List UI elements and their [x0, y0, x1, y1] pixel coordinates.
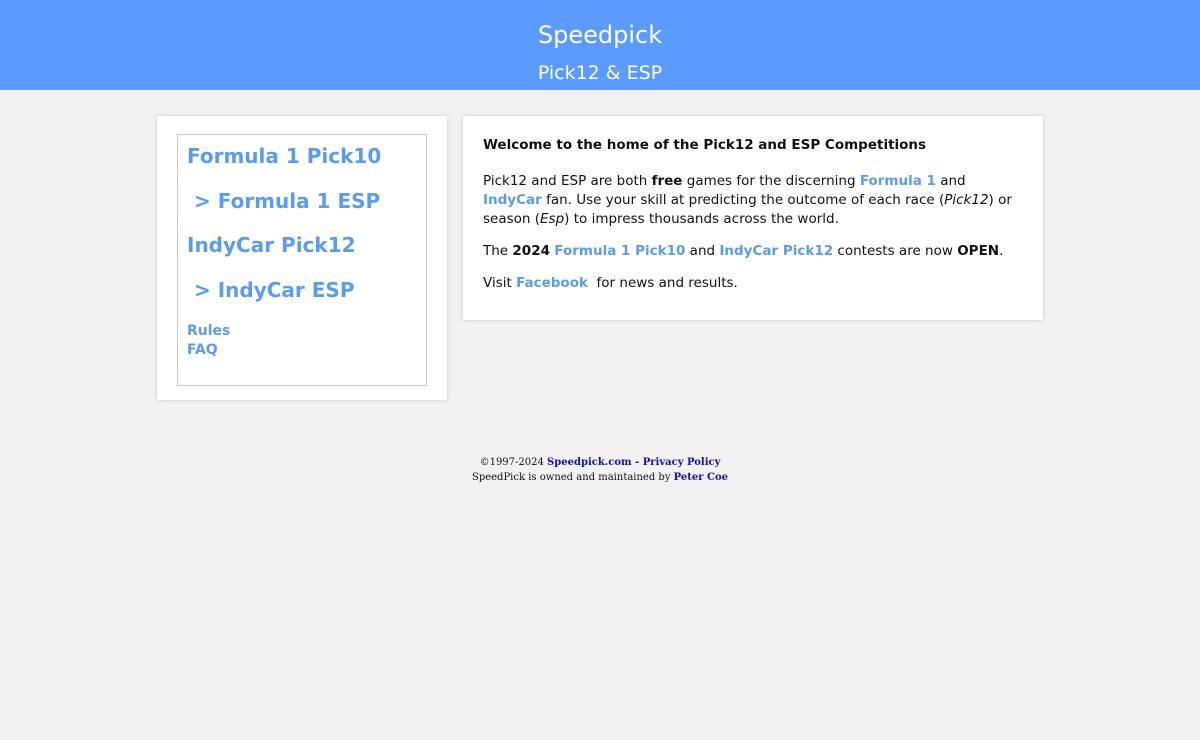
owner-link[interactable]: Peter Coe [674, 472, 728, 483]
nav-link-rules[interactable]: Rules [187, 322, 230, 340]
site-title: Speedpick [537, 21, 663, 49]
footer-line-owner: SpeedPick is owned and maintained by Pet… [0, 470, 1200, 485]
facebook-paragraph: Visit Facebook for news and results. [483, 274, 1023, 293]
nav-menu: Formula 1 Pick10 > Formula 1 ESP IndyCar… [177, 134, 427, 386]
year-text: 2024 [512, 243, 550, 259]
contests-text: contests are now [833, 243, 958, 259]
nav-link-faq[interactable]: FAQ [187, 341, 218, 359]
site-subtitle: Pick12 & ESP [537, 62, 663, 84]
pick12-text: Pick12 [944, 192, 989, 208]
formula1-link[interactable]: Formula 1 [860, 173, 936, 189]
welcome-card: Welcome to the home of the Pick12 and ES… [463, 116, 1043, 320]
contests-paragraph: The 2024 Formula 1 Pick10 and IndyCar Pi… [483, 242, 1023, 261]
facebook-link[interactable]: Facebook [516, 275, 588, 291]
copyright-text: ©1997-2024 [479, 457, 548, 468]
privacy-policy-link[interactable]: Privacy Policy [643, 457, 721, 468]
speedpick-link[interactable]: Speedpick.com [547, 457, 632, 468]
site-header: Speedpick Pick12 & ESP [0, 0, 1200, 90]
open-text: OPEN [957, 243, 1000, 259]
footer-line-copyright: ©1997-2024 Speedpick.com - Privacy Polic… [0, 455, 1200, 470]
intro-text: ) to impress thousands across the world. [564, 211, 839, 227]
intro-text: games for the discerning [682, 173, 860, 189]
footer-separator: - [631, 457, 643, 468]
facebook-text: for news and results. [587, 275, 738, 291]
welcome-content: Welcome to the home of the Pick12 and ES… [483, 136, 1023, 293]
nav-link-formula1-pick10[interactable]: Formula 1 Pick10 [187, 143, 381, 169]
indycar-pick12-link[interactable]: IndyCar Pick12 [719, 243, 833, 259]
owner-text: SpeedPick is owned and maintained by [471, 472, 674, 483]
nav-link-indycar-esp[interactable]: > IndyCar ESP [194, 277, 354, 303]
intro-paragraph: Pick12 and ESP are both free games for t… [483, 172, 1023, 229]
nav-link-formula1-esp[interactable]: > Formula 1 ESP [194, 188, 380, 214]
intro-text: fan. Use your skill at predicting the ou… [541, 192, 945, 208]
formula1-pick10-link[interactable]: Formula 1 Pick10 [554, 243, 685, 259]
contests-text: . [999, 243, 1004, 259]
welcome-heading: Welcome to the home of the Pick12 and ES… [483, 137, 927, 153]
intro-text: and [935, 173, 966, 189]
intro-text: Pick12 and ESP are both [483, 173, 652, 189]
free-text: free [651, 173, 683, 189]
site-footer: ©1997-2024 Speedpick.com - Privacy Polic… [0, 455, 1200, 485]
esp-text: Esp [540, 211, 565, 227]
indycar-link[interactable]: IndyCar [483, 192, 542, 208]
nav-card: Formula 1 Pick10 > Formula 1 ESP IndyCar… [157, 116, 447, 400]
nav-link-indycar-pick12[interactable]: IndyCar Pick12 [187, 232, 356, 258]
contests-text: The [483, 243, 513, 259]
contests-text: and [685, 243, 720, 259]
facebook-text: Visit [483, 275, 517, 291]
